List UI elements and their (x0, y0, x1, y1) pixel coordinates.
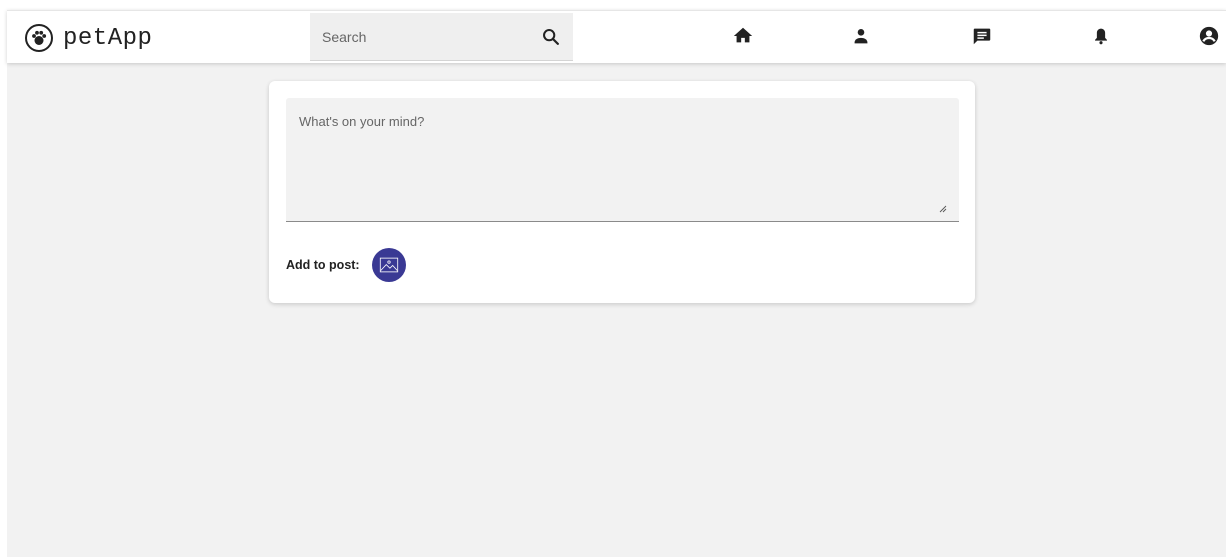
paw-logo-icon (25, 24, 53, 52)
home-icon (733, 27, 753, 43)
search-icon (543, 29, 559, 45)
brand[interactable]: petApp (24, 22, 152, 54)
nav-messages-button[interactable] (971, 25, 993, 47)
image-icon (379, 257, 398, 273)
nav-home-button[interactable] (732, 25, 754, 47)
add-to-post-row: Add to post: (286, 247, 406, 283)
create-post-card: Add to post: (269, 81, 975, 303)
add-to-post-label: Add to post: (286, 258, 360, 272)
app-root: petApp Search What's on your mind? Add t… (7, 10, 1226, 557)
brand-name: petApp (63, 24, 153, 52)
message-icon (973, 28, 991, 45)
search-input[interactable] (310, 13, 530, 60)
nav-account-button[interactable] (1198, 25, 1220, 47)
account-circle-icon (1199, 26, 1219, 46)
bell-icon (1095, 28, 1107, 45)
resize-handle-icon[interactable] (939, 205, 947, 213)
search-bar (310, 13, 573, 61)
person-icon (854, 29, 868, 44)
search-button[interactable] (540, 26, 562, 48)
nav-notifications-button[interactable] (1090, 25, 1112, 47)
top-navbar: petApp (7, 10, 1226, 63)
nav-profile-button[interactable] (850, 25, 872, 47)
post-textarea-container (286, 98, 959, 222)
post-textarea[interactable] (286, 98, 959, 221)
add-photo-button[interactable] (371, 248, 406, 282)
